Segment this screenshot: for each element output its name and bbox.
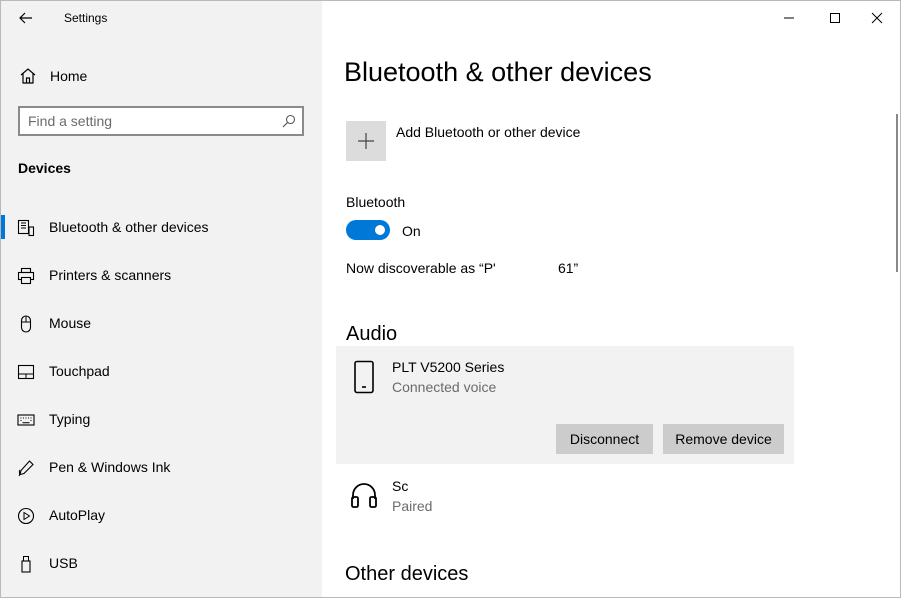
- touchpad-icon: [17, 364, 35, 380]
- phone-icon: [354, 360, 374, 394]
- add-device-button[interactable]: [346, 121, 386, 161]
- back-button[interactable]: [11, 5, 41, 31]
- sidebar-item-bluetooth[interactable]: Bluetooth & other devices: [1, 207, 322, 247]
- pen-icon: [18, 460, 34, 477]
- search-icon: [282, 114, 296, 128]
- sidebar-item-typing[interactable]: Typing: [1, 399, 322, 439]
- usb-icon: [21, 556, 31, 573]
- bluetooth-state: On: [402, 223, 421, 239]
- sidebar-item-mouse[interactable]: Mouse: [1, 303, 322, 343]
- back-arrow-icon: [19, 12, 32, 24]
- sidebar-item-label: AutoPlay: [49, 507, 106, 523]
- plus-icon: [358, 133, 374, 149]
- remove-device-button[interactable]: Remove device: [663, 424, 784, 454]
- sidebar-item-usb[interactable]: USB: [1, 543, 322, 583]
- scrollbar[interactable]: [896, 114, 898, 272]
- minimize-button[interactable]: [766, 1, 812, 35]
- settings-window: Settings Home Devices Bluetooth & ot: [0, 0, 901, 598]
- sidebar-item-printers[interactable]: Printers & scanners: [1, 255, 322, 295]
- close-icon: [871, 12, 883, 24]
- close-button[interactable]: [854, 1, 900, 35]
- keyboard-icon: [17, 414, 35, 426]
- home-label: Home: [50, 68, 88, 84]
- headphones-icon: [351, 483, 377, 508]
- search-input[interactable]: [28, 112, 268, 130]
- sidebar-item-label: Typing: [49, 411, 91, 427]
- sidebar-item-autoplay[interactable]: AutoPlay: [1, 495, 322, 535]
- sidebar: Settings Home Devices Bluetooth & ot: [1, 1, 322, 597]
- bluetooth-devices-icon: [17, 219, 35, 237]
- bluetooth-toggle[interactable]: [346, 220, 390, 240]
- mouse-icon: [20, 315, 32, 333]
- bluetooth-label: Bluetooth: [346, 194, 406, 210]
- sidebar-home[interactable]: Home: [1, 61, 322, 91]
- device-name[interactable]: Sc: [392, 478, 408, 494]
- section-title: Devices: [18, 160, 71, 176]
- add-device-label[interactable]: Add Bluetooth or other device: [396, 124, 580, 140]
- audio-device-selected[interactable]: PLT V5200 Series Connected voice Disconn…: [336, 346, 794, 464]
- other-devices-heading: Other devices: [345, 563, 469, 585]
- sidebar-item-label: Bluetooth & other devices: [49, 219, 209, 235]
- sidebar-item-label: Mouse: [49, 315, 92, 331]
- page-title: Bluetooth & other devices: [344, 57, 652, 87]
- sidebar-item-label: Pen & Windows Ink: [49, 459, 171, 475]
- device-status: Connected voice: [392, 379, 497, 395]
- sidebar-item-label: Printers & scanners: [49, 267, 172, 283]
- active-indicator: [1, 215, 5, 239]
- discoverable-text: Now discoverable as “P' 61”: [346, 260, 579, 276]
- device-name: PLT V5200 Series: [392, 359, 505, 375]
- search-box[interactable]: [18, 106, 304, 136]
- maximize-icon: [830, 13, 840, 23]
- sidebar-item-label: Touchpad: [49, 363, 110, 379]
- audio-heading: Audio: [346, 323, 398, 345]
- sidebar-item-label: USB: [49, 555, 78, 571]
- main-content: Bluetooth & other devices Add Bluetooth …: [322, 1, 900, 597]
- sidebar-item-pen[interactable]: Pen & Windows Ink: [1, 447, 322, 487]
- toggle-knob: [375, 225, 385, 235]
- device-status: Paired: [392, 498, 433, 514]
- disconnect-button[interactable]: Disconnect: [556, 424, 653, 454]
- sidebar-item-touchpad[interactable]: Touchpad: [1, 351, 322, 391]
- maximize-button[interactable]: [812, 1, 858, 35]
- app-title: Settings: [64, 11, 108, 25]
- minimize-icon: [784, 17, 794, 19]
- printer-icon: [17, 267, 35, 285]
- home-icon: [20, 68, 36, 84]
- autoplay-icon: [17, 507, 35, 525]
